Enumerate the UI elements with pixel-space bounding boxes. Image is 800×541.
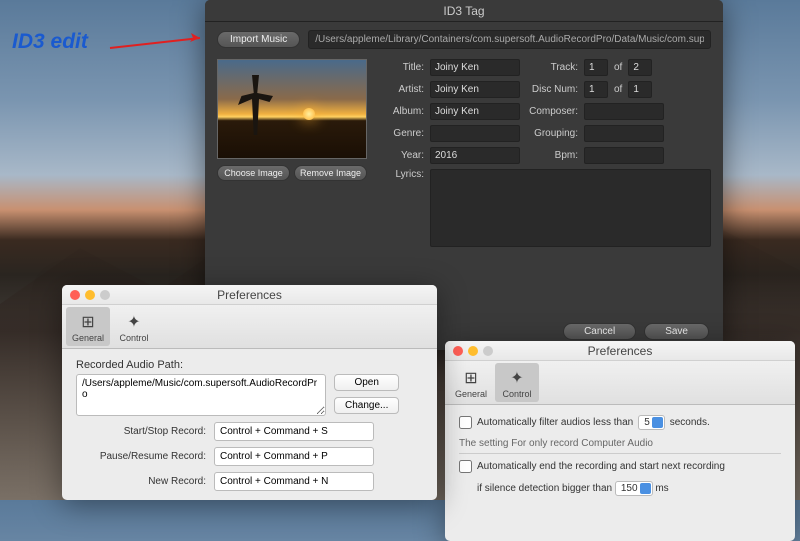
filter-audio-checkbox[interactable] (459, 416, 472, 429)
silence-ms-select[interactable]: 150 (615, 481, 653, 496)
id3-titlebar: ID3 Tag (205, 0, 723, 22)
import-music-button[interactable]: Import Music (217, 31, 300, 48)
album-label: Album: (379, 106, 424, 117)
pref1-titlebar: Preferences (62, 285, 437, 305)
disc-input[interactable] (584, 81, 608, 98)
switch-icon: ⊞ (77, 311, 99, 333)
artist-input[interactable] (430, 81, 520, 98)
album-input[interactable] (430, 103, 520, 120)
silence-post-label: ms (655, 483, 668, 494)
music-path-field[interactable] (308, 30, 711, 49)
preferences-window-control: Preferences ⊞General ✦Control Automatica… (445, 341, 795, 541)
tab-general[interactable]: ⊞General (449, 363, 493, 402)
filter-seconds-select[interactable]: 5 (638, 415, 665, 430)
lyrics-textarea[interactable] (430, 169, 711, 247)
zoom-icon (483, 346, 493, 356)
title-input[interactable] (430, 59, 520, 76)
artist-label: Artist: (379, 84, 424, 95)
path-label: Recorded Audio Path: (76, 359, 423, 371)
auto-end-checkbox[interactable] (459, 460, 472, 473)
tab-control[interactable]: ✦Control (495, 363, 539, 402)
tab-general-label: General (72, 333, 104, 343)
minimize-icon[interactable] (85, 290, 95, 300)
new-record-input[interactable] (214, 472, 374, 491)
tab-control-label: Control (502, 389, 531, 399)
recorded-path-input[interactable] (76, 374, 326, 416)
change-button[interactable]: Change... (334, 397, 399, 414)
track-of-input[interactable] (628, 59, 652, 76)
slider-icon: ✦ (123, 311, 145, 333)
id3-title: ID3 Tag (443, 4, 484, 18)
discnum-label: Disc Num: (526, 84, 578, 95)
traffic-lights[interactable] (453, 346, 493, 356)
traffic-lights[interactable] (70, 290, 110, 300)
title-label: Title: (379, 62, 424, 73)
zoom-icon (100, 290, 110, 300)
track-of-label: of (614, 62, 622, 73)
pref2-toolbar: ⊞General ✦Control (445, 361, 795, 405)
new-record-label: New Record: (76, 476, 206, 487)
tab-general[interactable]: ⊞General (66, 307, 110, 346)
lyrics-label: Lyrics: (379, 169, 424, 180)
pause-record-label: Pause/Resume Record: (76, 451, 206, 462)
slider-icon: ✦ (506, 367, 528, 389)
auto-end-label: Automatically end the recording and star… (477, 461, 725, 472)
track-input[interactable] (584, 59, 608, 76)
bpm-label: Bpm: (526, 150, 578, 161)
tab-general-label: General (455, 389, 487, 399)
switch-icon: ⊞ (460, 367, 482, 389)
start-record-label: Start/Stop Record: (76, 426, 206, 437)
save-button[interactable]: Save (644, 323, 709, 340)
disc-of-input[interactable] (628, 81, 652, 98)
annotation-arrow (105, 30, 215, 65)
bpm-input[interactable] (584, 147, 664, 164)
album-artwork (217, 59, 367, 159)
tab-control-label: Control (119, 333, 148, 343)
year-label: Year: (379, 150, 424, 161)
pref1-toolbar: ⊞General ✦Control (62, 305, 437, 349)
pref1-title: Preferences (62, 288, 437, 302)
composer-input[interactable] (584, 103, 664, 120)
genre-label: Genre: (379, 128, 424, 139)
close-icon[interactable] (70, 290, 80, 300)
composer-label: Composer: (526, 106, 578, 117)
cancel-button[interactable]: Cancel (563, 323, 636, 340)
track-label: Track: (526, 62, 578, 73)
grouping-input[interactable] (584, 125, 664, 142)
pref2-titlebar: Preferences (445, 341, 795, 361)
group-label: The setting For only record Computer Aud… (459, 438, 781, 449)
choose-image-button[interactable]: Choose Image (217, 165, 290, 181)
annotation-label: ID3 edit (12, 30, 88, 54)
open-button[interactable]: Open (334, 374, 399, 391)
remove-image-button[interactable]: Remove Image (294, 165, 367, 181)
pause-record-input[interactable] (214, 447, 374, 466)
genre-input[interactable] (430, 125, 520, 142)
year-input[interactable] (430, 147, 520, 164)
pref2-title: Preferences (445, 344, 795, 358)
preferences-window-general: Preferences ⊞General ✦Control Recorded A… (62, 285, 437, 500)
close-icon[interactable] (453, 346, 463, 356)
silence-pre-label: if silence detection bigger than (477, 483, 612, 494)
tab-control[interactable]: ✦Control (112, 307, 156, 346)
grouping-label: Grouping: (526, 128, 578, 139)
minimize-icon[interactable] (468, 346, 478, 356)
start-record-input[interactable] (214, 422, 374, 441)
filter-post-label: seconds. (670, 417, 710, 428)
filter-pre-label: Automatically filter audios less than (477, 417, 633, 428)
disc-of-label: of (614, 84, 622, 95)
